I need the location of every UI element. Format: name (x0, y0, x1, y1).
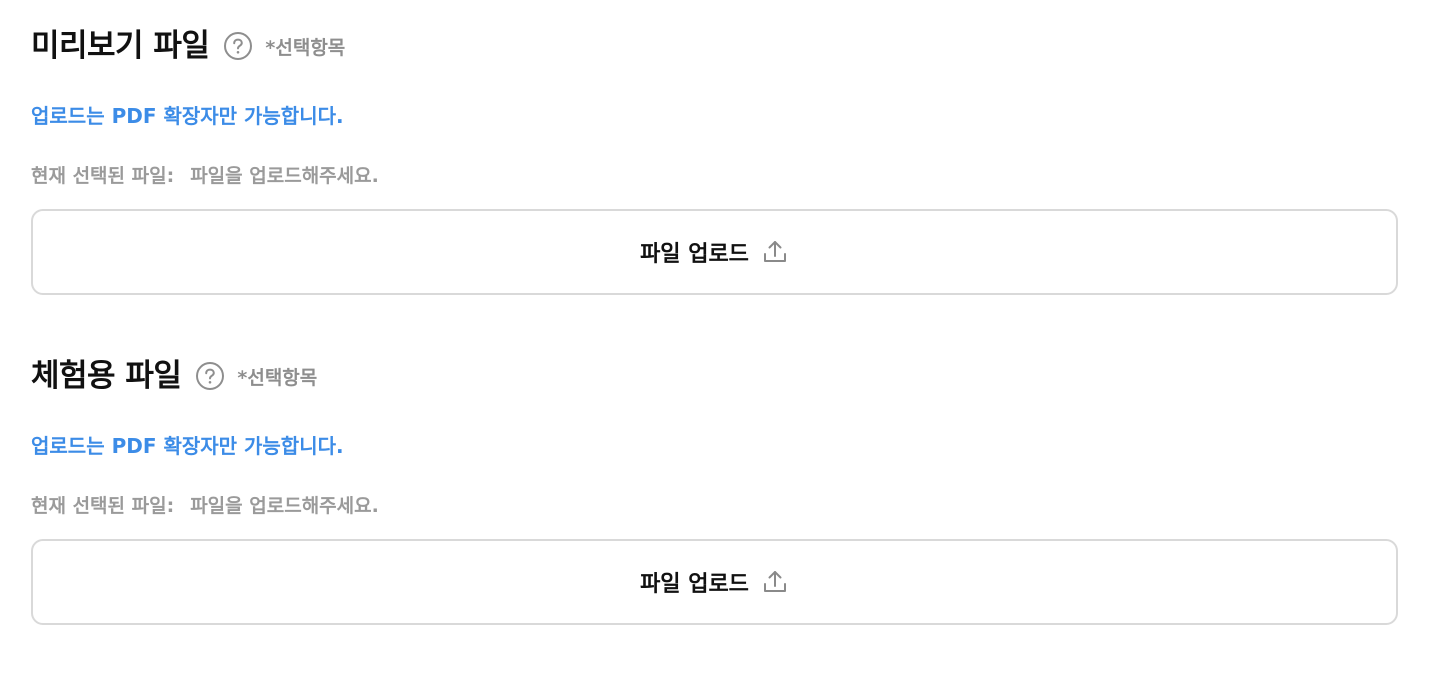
optional-label: *선택항목 (265, 36, 346, 59)
current-file-status: 현재 선택된 파일: 파일을 업로드해주세요. (31, 161, 1398, 191)
section-header: 체험용 파일 *선택항목 (31, 352, 1398, 400)
section-title: 체험용 파일 (31, 358, 182, 394)
file-upload-form: 미리보기 파일 *선택항목 업로드는 PDF 확장자만 가능합니다. 현재 선택… (0, 0, 1430, 684)
current-file-value: 파일을 업로드해주세요. (190, 495, 379, 517)
question-circle-icon[interactable] (195, 361, 225, 391)
upload-notice: 업로드는 PDF 확장자만 가능합니다. (31, 434, 344, 458)
upload-button-label: 파일 업로드 (640, 242, 749, 267)
upload-icon (761, 238, 789, 266)
question-circle-icon[interactable] (223, 31, 253, 61)
trial-file-section: 체험용 파일 *선택항목 업로드는 PDF 확장자만 가능합니다. 현재 선택된… (31, 352, 1398, 625)
upload-icon (761, 568, 789, 596)
upload-notice: 업로드는 PDF 확장자만 가능합니다. (31, 104, 344, 128)
section-title: 미리보기 파일 (31, 28, 210, 64)
current-file-value: 파일을 업로드해주세요. (190, 165, 379, 187)
optional-label: *선택항목 (237, 366, 318, 389)
upload-button[interactable]: 파일 업로드 (31, 209, 1398, 295)
upload-button[interactable]: 파일 업로드 (31, 539, 1398, 625)
current-file-status: 현재 선택된 파일: 파일을 업로드해주세요. (31, 491, 1398, 521)
preview-file-section: 미리보기 파일 *선택항목 업로드는 PDF 확장자만 가능합니다. 현재 선택… (31, 22, 1398, 295)
current-file-label: 현재 선택된 파일: (31, 495, 175, 517)
current-file-label: 현재 선택된 파일: (31, 165, 175, 187)
section-header: 미리보기 파일 *선택항목 (31, 22, 1398, 70)
upload-button-label: 파일 업로드 (640, 572, 749, 597)
